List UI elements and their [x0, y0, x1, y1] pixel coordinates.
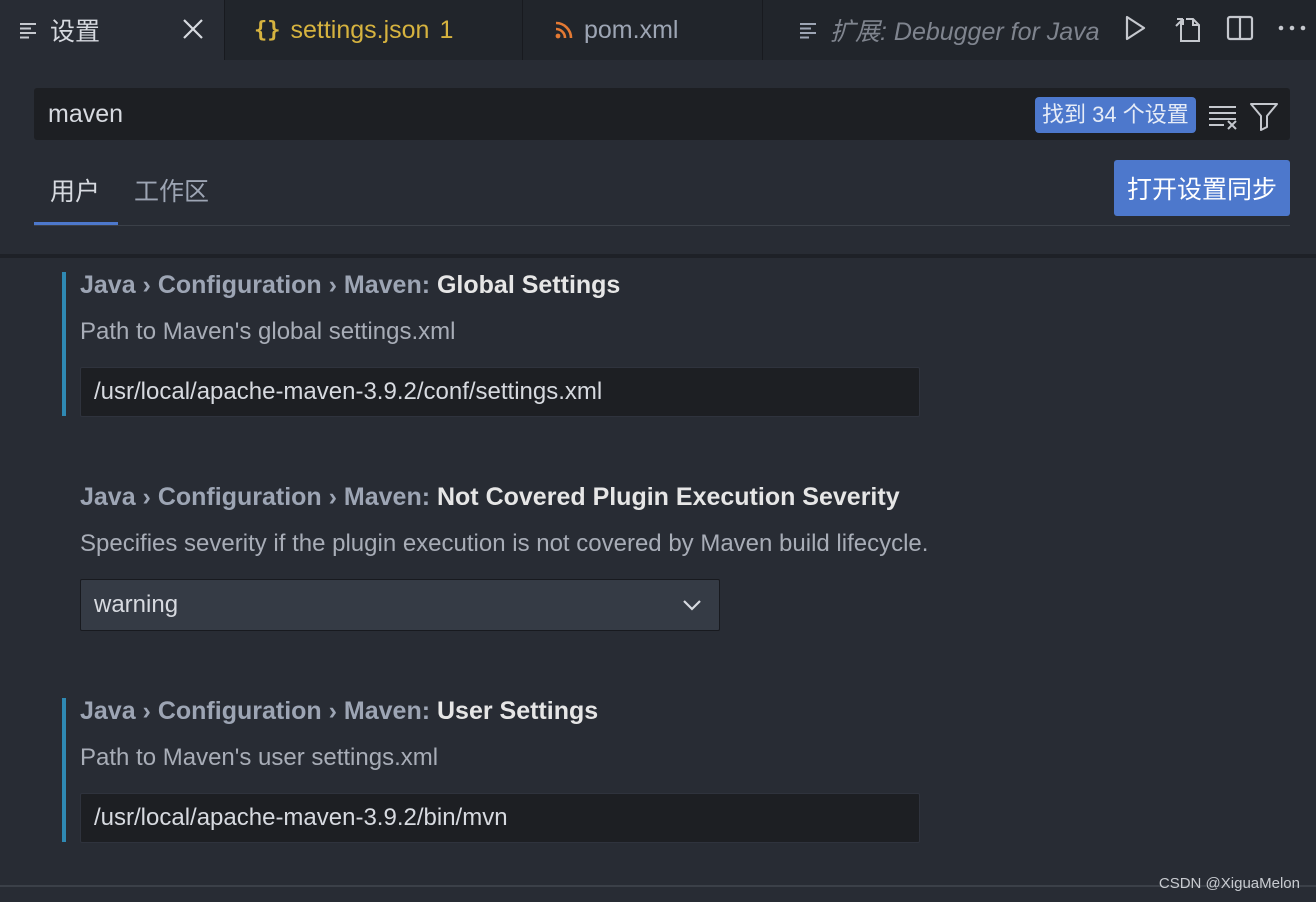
tab-label: settings.json [290, 15, 430, 44]
tab-pom-xml[interactable]: pom.xml [524, 0, 763, 60]
setting-title: Java › Configuration › Maven: Not Covere… [80, 483, 900, 512]
global-settings-path-input[interactable]: /usr/local/apache-maven-3.9.2/conf/setti… [80, 367, 920, 417]
tab-label: pom.xml [584, 15, 679, 44]
scope-divider [34, 225, 1290, 226]
setting-category: Java › Configuration › Maven: [80, 483, 437, 511]
search-result-count-badge: 找到 34 个设置 [1035, 97, 1196, 133]
problem-count-badge: 1 [439, 15, 454, 44]
watermark: CSDN @XiguaMelon [1158, 875, 1300, 892]
tab-label: 设置 [50, 18, 101, 46]
setting-category: Java › Configuration › Maven: [80, 271, 437, 299]
user-settings-path-input[interactable]: /usr/local/apache-maven-3.9.2/bin/mvn [80, 793, 920, 843]
clear-filter-icon[interactable] [1206, 99, 1240, 133]
json-braces-icon: {} [254, 17, 281, 43]
more-actions-icon[interactable] [1274, 10, 1310, 46]
turn-on-settings-sync-button[interactable]: 打开设置同步 [1114, 160, 1290, 216]
setting-not-covered-plugin-execution-severity: Java › Configuration › Maven: Not Covere… [62, 483, 1262, 634]
setting-name: Global Settings [436, 271, 621, 299]
setting-description: Path to Maven's global settings.xml [80, 318, 456, 345]
header-divider [0, 254, 1316, 258]
setting-global-settings: Java › Configuration › Maven: Global Set… [62, 271, 1262, 417]
chevron-down-icon [681, 594, 703, 616]
modified-indicator [62, 272, 66, 416]
modified-indicator [62, 698, 66, 842]
tab-user-settings[interactable]: 用户 [50, 172, 100, 208]
setting-name: Not Covered Plugin Execution Severity [436, 483, 900, 511]
tab-settings-json[interactable]: {} settings.json 1 [226, 0, 523, 60]
setting-description: Specifies severity if the plugin executi… [80, 530, 929, 557]
setting-name: User Settings [436, 697, 599, 725]
setting-title: Java › Configuration › Maven: User Setti… [80, 697, 598, 726]
setting-description: Path to Maven's user settings.xml [80, 744, 439, 771]
tab-workspace-settings[interactable]: 工作区 [134, 172, 209, 208]
tab-extension-debugger-java[interactable]: 扩展: Debugger for Java [764, 0, 1106, 60]
rss-xml-icon [554, 20, 574, 40]
tab-settings[interactable]: 设置 [0, 0, 225, 60]
settings-list-icon [18, 19, 40, 41]
setting-user-settings: Java › Configuration › Maven: User Setti… [62, 697, 1262, 843]
setting-title: Java › Configuration › Maven: Global Set… [80, 271, 620, 300]
severity-selected-value: warning [94, 591, 179, 618]
severity-select[interactable]: warning [80, 579, 720, 631]
editor-tab-bar: 设置 {} settings.json 1 pom.xml 扩展: Debugg… [0, 0, 1316, 60]
tab-label: 扩展: Debugger for Java [830, 18, 1100, 46]
setting-category: Java › Configuration › Maven: [80, 697, 437, 725]
open-json-icon[interactable] [1170, 10, 1206, 46]
panel-bottom-border [0, 885, 1316, 887]
split-editor-icon[interactable] [1222, 10, 1258, 46]
extension-doc-icon [798, 19, 820, 41]
close-icon[interactable] [180, 16, 206, 42]
search-input[interactable]: maven [48, 88, 948, 140]
filter-icon[interactable] [1248, 99, 1280, 133]
run-icon[interactable] [1117, 10, 1153, 46]
